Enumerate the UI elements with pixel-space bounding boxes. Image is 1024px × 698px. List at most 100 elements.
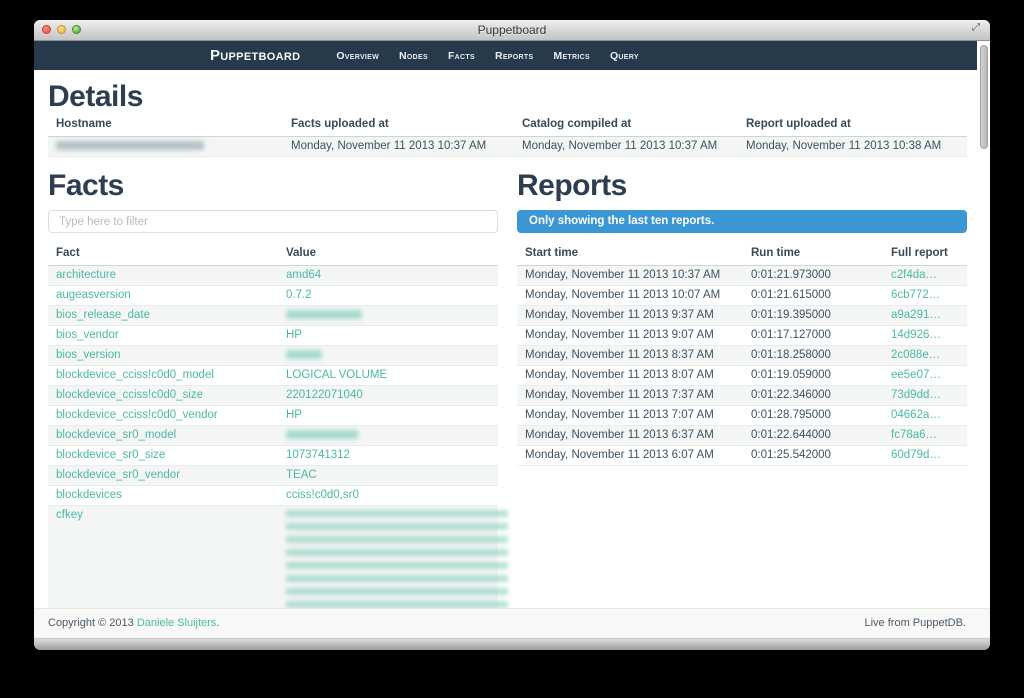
fact-name-cell: blockdevice_cciss!c0d0_size bbox=[48, 386, 278, 406]
report-hash-link[interactable]: 60d79d… bbox=[891, 449, 941, 461]
browser-window: Puppetboard ⤢ Puppetboard OverviewNodesF… bbox=[34, 20, 990, 649]
fact-value-cell: HP bbox=[278, 406, 498, 426]
nav-item-reports[interactable]: Reports bbox=[485, 50, 543, 62]
navbar-menu: OverviewNodesFactsReportsMetricsQuery bbox=[326, 50, 648, 62]
redacted-value bbox=[286, 310, 362, 319]
fact-link[interactable]: architecture bbox=[56, 269, 116, 281]
fact-row: cfkey bbox=[48, 506, 498, 609]
report-start-time: Monday, November 11 2013 10:37 AM bbox=[517, 266, 743, 286]
navbar-brand[interactable]: Puppetboard bbox=[210, 47, 300, 64]
fact-row: bios_release_date bbox=[48, 306, 498, 326]
report-row: Monday, November 11 2013 9:07 AM0:01:17.… bbox=[517, 326, 967, 346]
facts-uploaded-cell: Monday, November 11 2013 10:37 AM bbox=[283, 137, 514, 157]
fact-name-cell: bios_release_date bbox=[48, 306, 278, 326]
fact-link[interactable]: blockdevice_cciss!c0d0_model bbox=[56, 369, 214, 381]
fact-value[interactable]: amd64 bbox=[286, 269, 321, 281]
fact-name-cell: blockdevice_cciss!c0d0_vendor bbox=[48, 406, 278, 426]
fact-link[interactable]: cfkey bbox=[56, 509, 83, 521]
nav-item-overview[interactable]: Overview bbox=[326, 50, 389, 62]
report-start-time: Monday, November 11 2013 7:37 AM bbox=[517, 386, 743, 406]
report-start-time: Monday, November 11 2013 7:07 AM bbox=[517, 406, 743, 426]
details-heading: Details bbox=[48, 81, 967, 113]
fact-link[interactable]: blockdevice_sr0_model bbox=[56, 429, 176, 441]
report-row: Monday, November 11 2013 6:07 AM0:01:25.… bbox=[517, 446, 967, 466]
fact-link[interactable]: blockdevice_sr0_vendor bbox=[56, 469, 180, 481]
copyright-text: Copyright © 2013 bbox=[48, 617, 137, 629]
report-hash-cell: 04662a… bbox=[883, 406, 967, 426]
fact-value[interactable]: 1073741312 bbox=[286, 449, 350, 461]
nav-item-query[interactable]: Query bbox=[600, 50, 649, 62]
fact-link[interactable]: bios_vendor bbox=[56, 329, 119, 341]
fact-row: architecture amd64 bbox=[48, 266, 498, 286]
report-row: Monday, November 11 2013 10:37 AM0:01:21… bbox=[517, 266, 967, 286]
fact-value-cell bbox=[278, 346, 498, 366]
window-titlebar[interactable]: Puppetboard ⤢ bbox=[34, 20, 990, 41]
scrollbar-thumb[interactable] bbox=[980, 45, 988, 149]
report-hash-link[interactable]: 2c088e… bbox=[891, 349, 940, 361]
resize-icon[interactable]: ⤢ bbox=[972, 22, 980, 33]
fact-name-cell: bios_version bbox=[48, 346, 278, 366]
report-hash-link[interactable]: 14d926… bbox=[891, 329, 941, 341]
live-from-puppetdb: Live from PuppetDB. bbox=[865, 617, 967, 638]
report-start-time: Monday, November 11 2013 8:37 AM bbox=[517, 346, 743, 366]
report-hash-link[interactable]: 6cb772… bbox=[891, 289, 940, 301]
fact-value[interactable]: 0.7.2 bbox=[286, 289, 312, 301]
report-run-time: 0:01:25.542000 bbox=[743, 446, 883, 466]
nav-item-facts[interactable]: Facts bbox=[438, 50, 485, 62]
fact-value[interactable]: TEAC bbox=[286, 469, 317, 481]
nav-item-nodes[interactable]: Nodes bbox=[389, 50, 438, 62]
fact-value[interactable]: LOGICAL VOLUME bbox=[286, 369, 387, 381]
fact-value[interactable]: HP bbox=[286, 329, 302, 341]
facts-table: Fact Value architectureamd64augeasversio… bbox=[48, 242, 498, 608]
report-hash-cell: fc78a6… bbox=[883, 426, 967, 446]
fact-value-cell: 1073741312 bbox=[278, 446, 498, 466]
fact-row: augeasversion 0.7.2 bbox=[48, 286, 498, 306]
scrollbar[interactable] bbox=[977, 41, 990, 638]
report-run-time: 0:01:21.973000 bbox=[743, 266, 883, 286]
report-run-time: 0:01:22.346000 bbox=[743, 386, 883, 406]
fact-link[interactable]: bios_version bbox=[56, 349, 121, 361]
reports-col-full-report: Full report bbox=[883, 242, 967, 266]
report-row: Monday, November 11 2013 9:37 AM0:01:19.… bbox=[517, 306, 967, 326]
fact-value[interactable]: HP bbox=[286, 409, 302, 421]
fact-value-cell: 220122071040 bbox=[278, 386, 498, 406]
window-bottom-chrome[interactable] bbox=[34, 638, 990, 650]
report-hash-link[interactable]: c2f4da… bbox=[891, 269, 937, 281]
report-hash-cell: 2c088e… bbox=[883, 346, 967, 366]
report-row: Monday, November 11 2013 8:37 AM0:01:18.… bbox=[517, 346, 967, 366]
reports-section: Reports Only showing the last ten report… bbox=[517, 157, 967, 608]
details-table: Hostname Facts uploaded at Catalog compi… bbox=[48, 113, 967, 157]
report-hash-cell: a9a291… bbox=[883, 306, 967, 326]
fact-value-cell: HP bbox=[278, 326, 498, 346]
facts-filter-input[interactable] bbox=[48, 210, 498, 233]
fact-link[interactable]: blockdevices bbox=[56, 489, 122, 501]
report-start-time: Monday, November 11 2013 6:37 AM bbox=[517, 426, 743, 446]
fact-value[interactable]: cciss!c0d0,sr0 bbox=[286, 489, 359, 501]
fact-name-cell: blockdevice_sr0_vendor bbox=[48, 466, 278, 486]
details-col-hostname: Hostname bbox=[48, 113, 283, 137]
fact-link[interactable]: blockdevice_sr0_size bbox=[56, 449, 165, 461]
catalog-compiled-cell: Monday, November 11 2013 10:37 AM bbox=[514, 137, 738, 157]
report-hash-link[interactable]: ee5e07… bbox=[891, 369, 941, 381]
fact-link[interactable]: augeasversion bbox=[56, 289, 131, 301]
report-row: Monday, November 11 2013 10:07 AM0:01:21… bbox=[517, 286, 967, 306]
fact-name-cell: bios_vendor bbox=[48, 326, 278, 346]
fact-value[interactable]: 220122071040 bbox=[286, 389, 363, 401]
report-hash-link[interactable]: 73d9dd… bbox=[891, 389, 941, 401]
fact-value-cell: cciss!c0d0,sr0 bbox=[278, 486, 498, 506]
report-hash-cell: 14d926… bbox=[883, 326, 967, 346]
fact-name-cell: augeasversion bbox=[48, 286, 278, 306]
report-hash-link[interactable]: 04662a… bbox=[891, 409, 941, 421]
fact-link[interactable]: blockdevice_cciss!c0d0_vendor bbox=[56, 409, 218, 421]
details-col-report-uploaded: Report uploaded at bbox=[738, 113, 967, 137]
reports-table: Start time Run time Full report Monday, … bbox=[517, 242, 967, 466]
nav-item-metrics[interactable]: Metrics bbox=[543, 50, 600, 62]
fact-link[interactable]: blockdevice_cciss!c0d0_size bbox=[56, 389, 203, 401]
window-content: Puppetboard OverviewNodesFactsReportsMet… bbox=[34, 41, 990, 638]
report-hash-link[interactable]: a9a291… bbox=[891, 309, 941, 321]
fact-link[interactable]: bios_release_date bbox=[56, 309, 150, 321]
report-run-time: 0:01:28.795000 bbox=[743, 406, 883, 426]
report-hash-link[interactable]: fc78a6… bbox=[891, 429, 937, 441]
report-run-time: 0:01:18.258000 bbox=[743, 346, 883, 366]
author-link[interactable]: Daniele Sluijters bbox=[137, 617, 216, 629]
